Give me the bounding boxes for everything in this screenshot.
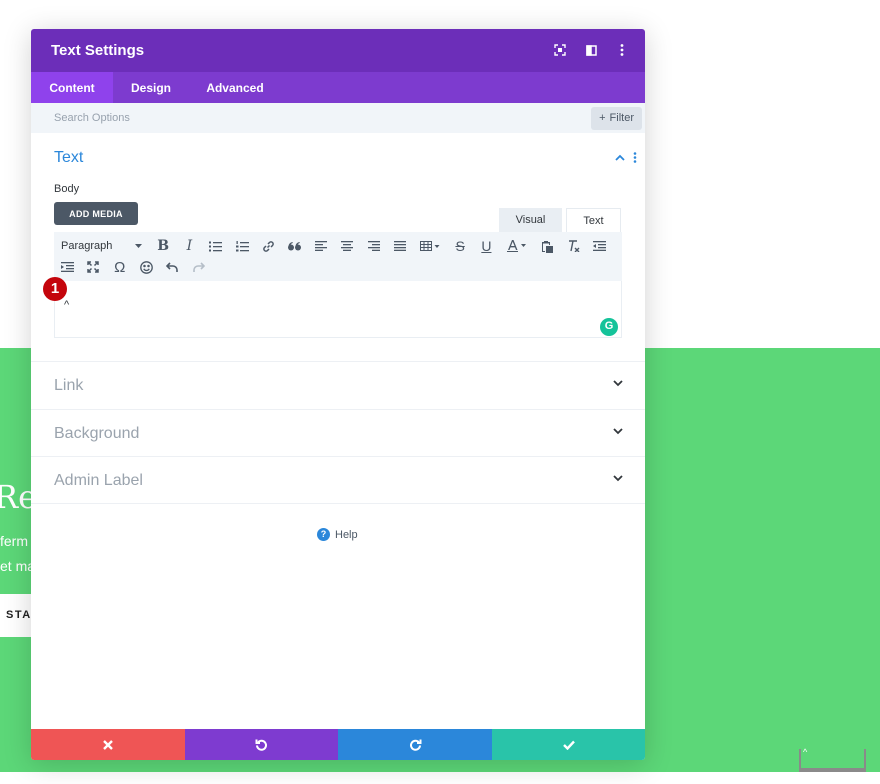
editor-content: ^ [64,299,70,311]
section-title-admin-label: Admin Label [54,472,143,489]
tab-advanced[interactable]: Advanced [189,72,281,103]
page-text-fragment-2: et ma [0,558,36,574]
grammarly-icon[interactable]: G [600,318,618,336]
redo-icon [409,739,421,751]
split-view-icon[interactable] [582,41,600,59]
section-more-icon[interactable] [633,152,637,163]
section-toggle-link[interactable]: Link [31,361,645,408]
section-divider [31,503,645,504]
chevron-up-icon[interactable] [615,154,625,161]
help-icon: ? [317,528,330,541]
filter-label: Filter [609,112,634,124]
align-right-icon[interactable] [360,235,386,257]
save-button[interactable] [492,729,645,760]
step-marker-badge: 1 [43,277,67,301]
section-title-link: Link [54,377,84,394]
corner-glyph: ^ [803,747,808,757]
caret-down-icon [135,244,142,248]
help-label: Help [335,528,358,541]
body-text-editor[interactable]: ^ [54,281,622,338]
italic-icon[interactable]: I [176,235,202,257]
modal-tabs: Content Design Advanced [31,72,645,103]
search-input[interactable]: Search Options [54,112,130,124]
section-toggle-background[interactable]: Background [31,409,645,456]
undo-icon [255,739,267,751]
filter-button[interactable]: + Filter [591,107,642,130]
toolbar-row-2: Ω [54,256,212,278]
emoji-icon[interactable] [133,256,159,278]
editor-tab-text[interactable]: Text [566,208,621,232]
link-icon[interactable] [255,235,281,257]
redo-editor-icon[interactable] [185,256,211,278]
indent-icon[interactable] [54,256,80,278]
close-icon [103,739,113,750]
help-link[interactable]: ? Help [317,528,358,541]
section-title-background: Background [54,425,140,442]
numbered-list-icon[interactable] [229,235,255,257]
page-text-fragment-1: ferm [0,533,28,549]
undo-editor-icon[interactable] [159,256,185,278]
redo-button[interactable] [338,729,492,760]
modal-footer [31,729,645,760]
modal-header-actions [551,41,631,59]
blockquote-icon[interactable] [281,235,307,257]
section-controls [615,152,637,163]
editor-tab-visual[interactable]: Visual [499,208,562,232]
undo-button[interactable] [185,729,338,760]
text-color-icon[interactable] [500,235,534,257]
outdent-icon[interactable] [586,235,612,257]
body-field-label: Body [54,183,80,195]
format-select-value: Paragraph [61,240,113,252]
toolbar-row-1: Paragraph B I S U [54,235,612,257]
page-corner-handle[interactable]: ^ [799,747,866,772]
bold-icon[interactable]: B [150,235,176,257]
format-select[interactable]: Paragraph [54,235,146,257]
tab-content[interactable]: Content [31,72,113,103]
search-bar: Search Options + Filter [31,103,645,133]
check-icon [562,740,575,750]
align-center-icon[interactable] [334,235,360,257]
tab-design[interactable]: Design [113,72,189,103]
fullscreen-icon[interactable] [551,41,569,59]
discard-button[interactable] [31,729,185,760]
clear-formatting-icon[interactable] [560,235,586,257]
strikethrough-icon[interactable]: S [447,235,473,257]
align-justify-icon[interactable] [387,235,413,257]
text-settings-modal: Text Settings Content Design Advanced Se… [31,29,645,760]
plus-icon: + [599,112,606,124]
paste-text-icon[interactable] [534,235,560,257]
modal-header: Text Settings [31,29,645,72]
chevron-down-icon [613,428,623,435]
section-toggle-admin-label[interactable]: Admin Label [31,456,645,503]
chevron-down-icon [613,380,623,387]
special-character-icon[interactable]: Ω [107,256,133,278]
bullet-list-icon[interactable] [203,235,229,257]
editor-toolbar: Paragraph B I S U Ω [54,232,622,281]
more-vertical-icon[interactable] [613,41,631,59]
underline-icon[interactable]: U [473,235,499,257]
section-title-text[interactable]: Text [54,149,83,167]
table-icon[interactable] [413,235,447,257]
modal-title: Text Settings [51,42,145,59]
chevron-down-icon [613,475,623,482]
align-left-icon[interactable] [308,235,334,257]
add-media-button[interactable]: ADD MEDIA [54,202,138,225]
fullscreen-editor-icon[interactable] [80,256,106,278]
